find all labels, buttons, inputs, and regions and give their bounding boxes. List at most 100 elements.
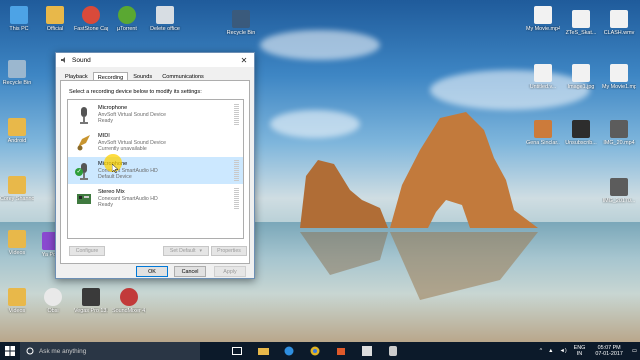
ok-button[interactable]: OK	[136, 266, 168, 277]
device-row[interactable]: Microphone AnvSoft Virtual Sound Device …	[68, 101, 243, 128]
folder-icon	[8, 230, 26, 248]
screen-icon	[232, 10, 250, 28]
this-pc-icon	[10, 6, 28, 24]
search-box[interactable]: Ask me anything	[20, 342, 200, 360]
desktop-icon-delete-office[interactable]: Delete office	[148, 6, 182, 32]
chrome-icon[interactable]	[302, 342, 328, 360]
desktop-icon-img2017[interactable]: IMG_20170...	[602, 178, 636, 204]
store-icon[interactable]	[328, 342, 354, 360]
vegas-icon	[82, 288, 100, 306]
desktop-icon-ztes[interactable]: ZTeS_Skat...	[564, 10, 598, 36]
device-driver: Conexant SmartAudio HD	[98, 195, 158, 202]
folder-icon	[46, 6, 64, 24]
chevron-down-icon: ▾	[199, 248, 203, 254]
recycle-bin-icon	[8, 60, 26, 78]
desktop-icon-my-movie[interactable]: My Movie.mp4	[526, 6, 560, 32]
cancel-button[interactable]: Cancel	[174, 266, 206, 277]
desktop-icon-clash[interactable]: CLASH.wmv	[602, 10, 636, 36]
start-button[interactable]	[0, 342, 20, 360]
device-status: Default Device	[98, 173, 132, 180]
device-row-selected[interactable]: ✓ Microphone Conexant SmartAudio HD Defa…	[68, 157, 243, 184]
dialog-titlebar[interactable]: Sound ✕	[56, 53, 254, 67]
camera-icon	[572, 120, 590, 138]
arch-rock-reflection	[390, 232, 538, 300]
device-list[interactable]: Microphone AnvSoft Virtual Sound Device …	[67, 99, 244, 239]
windows-icon[interactable]	[354, 342, 380, 360]
desktop-icon-official[interactable]: Official	[38, 6, 72, 32]
faststone-icon	[82, 6, 100, 24]
task-view-icon[interactable]	[224, 342, 250, 360]
folder-icon	[8, 118, 26, 136]
device-status: Ready	[98, 201, 113, 208]
obs-icon	[44, 288, 62, 306]
video-file-icon	[610, 120, 628, 138]
desktop-icon-untitled[interactable]: Untitled.v...	[526, 64, 560, 90]
sound-dialog: Sound ✕ Playback Recording Sounds Commun…	[55, 52, 255, 279]
dialog-title: Sound	[72, 56, 91, 64]
close-icon[interactable]: ✕	[238, 56, 250, 65]
desktop-icon-my-movie1[interactable]: My Movie1.mp4	[602, 64, 636, 90]
desktop-icon-faststone[interactable]: FastStone Capture	[74, 6, 108, 32]
shortcut-icon	[534, 120, 552, 138]
arch-rock	[390, 112, 538, 228]
language-indicator[interactable]: ENG IN	[570, 345, 590, 357]
desktop-icon-this-pc[interactable]: This PC	[2, 6, 36, 32]
desktop-icon-videos[interactable]: Videos	[0, 230, 34, 256]
chevron-up-icon[interactable]: ^	[537, 348, 546, 354]
clock-date: 07-01-2017	[595, 351, 623, 357]
clock[interactable]: 05:07 PM 07-01-2017	[589, 345, 629, 358]
set-default-button[interactable]: Set Default ▾	[163, 246, 209, 256]
video-file-icon	[610, 64, 628, 82]
midi-icon	[77, 134, 90, 150]
desktop-icon-unsubscribe[interactable]: Unsubscrib...	[564, 120, 598, 146]
folder-icon	[8, 288, 26, 306]
desktop-icon-image1[interactable]: Image1.jpg	[564, 64, 598, 90]
desktop-icon-utorrent[interactable]: µTorrent	[110, 6, 144, 32]
level-meter	[234, 160, 239, 181]
system-tray: ^ ▲ ◄) ENG IN 05:07 PM 07-01-2017 ▭	[537, 342, 640, 360]
desktop-icon-videos-2[interactable]: Videos	[0, 288, 34, 314]
recording-panel: Select a recording device below to modif…	[60, 80, 250, 264]
device-row[interactable]: MIDI AnvSoft Virtual Sound Device Curren…	[68, 129, 243, 156]
small-rock	[300, 160, 388, 228]
desktop-icon-img20[interactable]: IMG_20.mp4	[602, 120, 636, 146]
volume-icon[interactable]: ◄)	[557, 348, 570, 354]
video-file-icon	[534, 6, 552, 24]
folder-icon[interactable]	[250, 342, 276, 360]
soundmixer-icon	[120, 288, 138, 306]
utorrent-icon	[118, 6, 136, 24]
mouse-pointer-icon	[112, 164, 118, 173]
cortana-icon	[26, 347, 34, 355]
network-icon[interactable]: ▲	[545, 348, 556, 354]
device-status: Ready	[98, 117, 113, 124]
properties-button[interactable]: Properties	[211, 246, 247, 256]
desktop-icon-vegas[interactable]: Vegas Pro 13.0 (64-bit)	[74, 288, 108, 314]
apply-button[interactable]: Apply	[214, 266, 246, 277]
device-driver: AnvSoft Virtual Sound Device	[98, 139, 166, 146]
instruction-text: Select a recording device below to modif…	[69, 89, 202, 95]
default-device-check-icon: ✓	[75, 168, 83, 176]
desktop-icon-corey[interactable]: Corey Shanno	[0, 176, 34, 202]
level-meter	[234, 188, 239, 209]
notifications-icon[interactable]: ▭	[629, 348, 640, 354]
desktop-icon-obs[interactable]: Obsi	[36, 288, 70, 314]
desktop-icon-gena[interactable]: Gena Sinclar...	[526, 120, 560, 146]
level-meter	[234, 104, 239, 125]
device-driver: AnvSoft Virtual Sound Device	[98, 111, 166, 118]
tab-strip: Playback Recording Sounds Communications	[56, 67, 254, 82]
desktop-icon-top-center[interactable]: Recycle Bin	[224, 10, 258, 36]
configure-button[interactable]: Configure	[69, 246, 105, 256]
pinned-apps	[224, 342, 406, 360]
desktop-icon-recycle-bin[interactable]: Recycle Bin	[0, 60, 34, 86]
image-file-icon	[572, 64, 590, 82]
edge-icon[interactable]	[276, 342, 302, 360]
desktop-icon-android[interactable]: Android	[0, 118, 34, 144]
app-icon[interactable]	[380, 342, 406, 360]
small-rock-reflection	[300, 232, 388, 275]
device-row[interactable]: Stereo Mix Conexant SmartAudio HD Ready	[68, 185, 243, 212]
desktop-icon-soundmixer[interactable]: SoundMixer 4.0	[112, 288, 146, 314]
folder-icon	[8, 176, 26, 194]
video-file-icon	[610, 10, 628, 28]
speaker-icon	[61, 57, 65, 63]
search-placeholder: Ask me anything	[39, 347, 87, 355]
